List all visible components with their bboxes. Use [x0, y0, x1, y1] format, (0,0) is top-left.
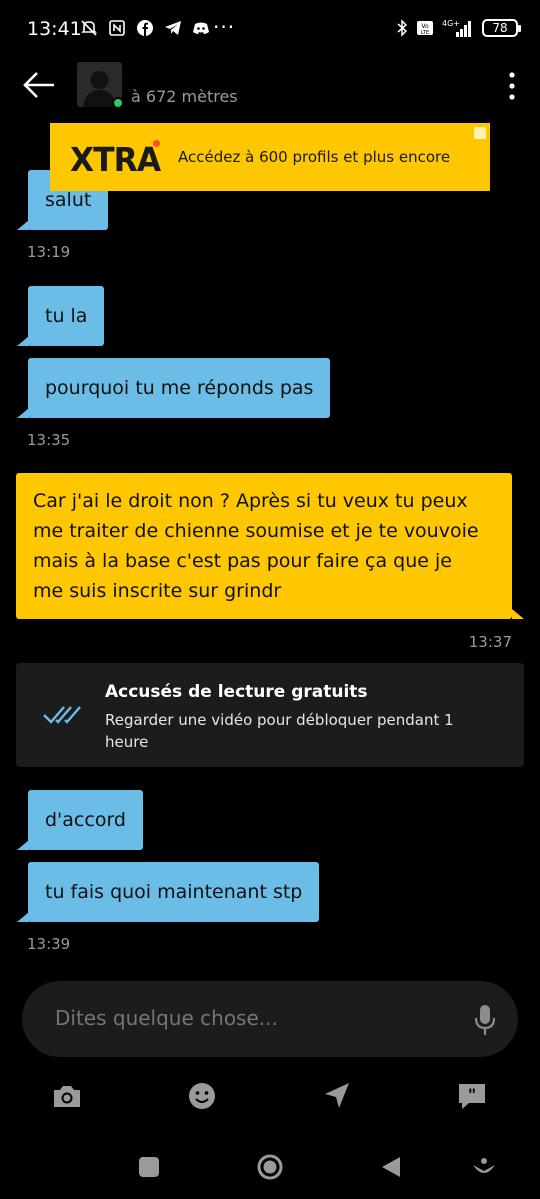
message-timestamp: 13:35: [27, 431, 71, 449]
ad-badge-icon: [474, 127, 486, 139]
status-time: 13:41: [27, 18, 82, 40]
message-bubble[interactable]: pourquoi tu me réponds pas: [28, 358, 331, 418]
microphone-icon[interactable]: [474, 1004, 496, 1036]
message-text: tu fais quoi maintenant stp: [45, 881, 303, 903]
status-bar: 13:41 ··· Vo LTE 4G+ 78: [0, 0, 540, 60]
more-notifications: ···: [213, 15, 236, 39]
message-line: Car j'ai le droit non ? Après si tu veux…: [33, 490, 468, 512]
svg-text:4G+: 4G+: [442, 19, 460, 28]
assistant-icon[interactable]: [470, 1153, 498, 1181]
bubble-tail: [17, 912, 29, 922]
message-text: tu la: [45, 305, 88, 327]
recents-icon[interactable]: [135, 1153, 163, 1181]
silent-icon: [81, 20, 97, 36]
message-text: d'accord: [45, 809, 126, 831]
bubble-tail: [512, 609, 524, 619]
bluetooth-icon: [397, 19, 408, 37]
back-triangle-icon[interactable]: [377, 1153, 405, 1181]
battery-indicator: 78: [482, 19, 521, 37]
camera-icon[interactable]: [50, 1079, 84, 1113]
message-text: pourquoi tu me réponds pas: [45, 377, 314, 399]
message-bubble[interactable]: d'accord: [28, 790, 143, 850]
message-bubble[interactable]: tu fais quoi maintenant stp: [28, 862, 320, 922]
online-indicator: [112, 97, 124, 109]
message-bubble-outgoing[interactable]: Car j'ai le droit non ? Après si tu veux…: [16, 473, 512, 619]
svg-text:LTE: LTE: [421, 30, 429, 36]
bubble-tail: [17, 840, 29, 850]
message-line: me suis inscrite sur grindr: [33, 580, 282, 602]
ad-text: Accédez à 600 profils et plus encore: [178, 148, 451, 166]
svg-text:": ": [468, 1085, 476, 1104]
system-nav-bar: [0, 1145, 540, 1187]
home-icon[interactable]: [256, 1153, 284, 1181]
bubble-tail: [17, 220, 29, 230]
back-arrow-icon[interactable]: [22, 70, 58, 100]
notification-icons: [80, 19, 210, 37]
message-timestamp: 13:39: [27, 935, 71, 953]
facebook-icon: [137, 20, 153, 36]
receipt-subtitle: Regarder une vidéo pour débloquer pendan…: [105, 711, 454, 751]
chat-toolbar: ": [0, 1075, 540, 1117]
message-input[interactable]: [55, 1006, 455, 1030]
volte-icon: VoLTE: [417, 21, 433, 36]
discord-icon: [193, 22, 209, 34]
message-line: me traiter de chienne soumise et je te v…: [33, 520, 479, 542]
signal-icon: 4G+: [442, 19, 471, 37]
logo-dot: [153, 140, 160, 147]
xtra-logo: XTRA: [70, 140, 161, 179]
message-line: mais à la base c'est pas pour faire ça q…: [33, 550, 452, 572]
message-timestamp: 13:19: [27, 243, 71, 261]
message-bubble[interactable]: tu la: [28, 286, 105, 346]
read-receipts-promo[interactable]: Accusés de lecture gratuits Regarder une…: [16, 663, 524, 767]
receipt-title: Accusés de lecture gratuits: [105, 682, 368, 702]
system-icons: Vo LTE 4G+ 78: [396, 18, 521, 38]
message-composer: [22, 981, 518, 1057]
nfc-icon: [109, 20, 125, 36]
message-text: salut: [45, 189, 92, 211]
smiley-icon[interactable]: [185, 1079, 219, 1113]
more-options-icon[interactable]: [506, 70, 518, 102]
double-check-icon: [43, 706, 81, 724]
bubble-tail: [17, 336, 29, 346]
bubble-tail: [17, 408, 29, 418]
saved-phrases-icon[interactable]: ": [455, 1079, 489, 1113]
svg-text:Vo: Vo: [421, 23, 429, 30]
distance-label: à 672 mètres: [131, 87, 238, 106]
telegram-icon: [165, 21, 181, 35]
xtra-ad-banner[interactable]: XTRA Accédez à 600 profils et plus encor…: [50, 123, 490, 191]
message-timestamp: 13:37: [468, 633, 512, 651]
location-arrow-icon[interactable]: [320, 1079, 354, 1113]
